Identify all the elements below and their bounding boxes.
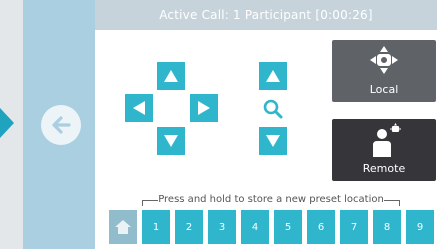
- back-arrow-icon: [52, 116, 71, 134]
- hint-bracket-right: [399, 200, 400, 206]
- local-camera-label: Local: [369, 83, 399, 96]
- preset-button-7[interactable]: 7: [340, 210, 368, 244]
- preset-button-4[interactable]: 4: [241, 210, 269, 244]
- arrow-down-icon: [164, 135, 178, 147]
- remote-camera-label: Remote: [362, 162, 406, 175]
- remote-person-icon: [373, 123, 401, 157]
- preset-button-1[interactable]: 1: [142, 210, 170, 244]
- zoom-out-button[interactable]: [259, 127, 287, 155]
- arrow-down-icon: [266, 135, 280, 147]
- back-button[interactable]: [41, 105, 81, 145]
- preset-button-2[interactable]: 2: [175, 210, 203, 244]
- preset-hint: Press and hold to store a new preset loc…: [130, 193, 412, 207]
- main-panel: Active Call: 1 Participant [0:00:26] Loc…: [95, 0, 437, 249]
- preset-button-5[interactable]: 5: [274, 210, 302, 244]
- arrow-right-icon: [198, 101, 210, 115]
- preset-hint-text: Press and hold to store a new preset loc…: [158, 193, 384, 207]
- zoom-magnifier-icon: [262, 98, 284, 120]
- zoom-in-button[interactable]: [259, 62, 287, 90]
- home-icon: [115, 220, 131, 234]
- preset-button-9[interactable]: 9: [406, 210, 434, 244]
- preset-button-8[interactable]: 8: [373, 210, 401, 244]
- arrow-left-icon: [133, 101, 145, 115]
- pan-right-button[interactable]: [190, 94, 218, 122]
- local-camera-icon: [370, 46, 398, 74]
- arrow-up-icon: [164, 70, 178, 82]
- chevron-right-icon: [0, 108, 14, 138]
- arrow-up-icon: [266, 70, 280, 82]
- preset-home-button[interactable]: [109, 210, 137, 244]
- preset-button-3[interactable]: 3: [208, 210, 236, 244]
- call-status-title: Active Call: 1 Participant [0:00:26]: [95, 0, 437, 30]
- pan-up-button[interactable]: [157, 62, 185, 90]
- preset-button-6[interactable]: 6: [307, 210, 335, 244]
- pan-left-button[interactable]: [125, 94, 153, 122]
- local-camera-button[interactable]: Local: [332, 40, 436, 102]
- remote-camera-button[interactable]: Remote: [332, 119, 436, 181]
- pan-down-button[interactable]: [157, 127, 185, 155]
